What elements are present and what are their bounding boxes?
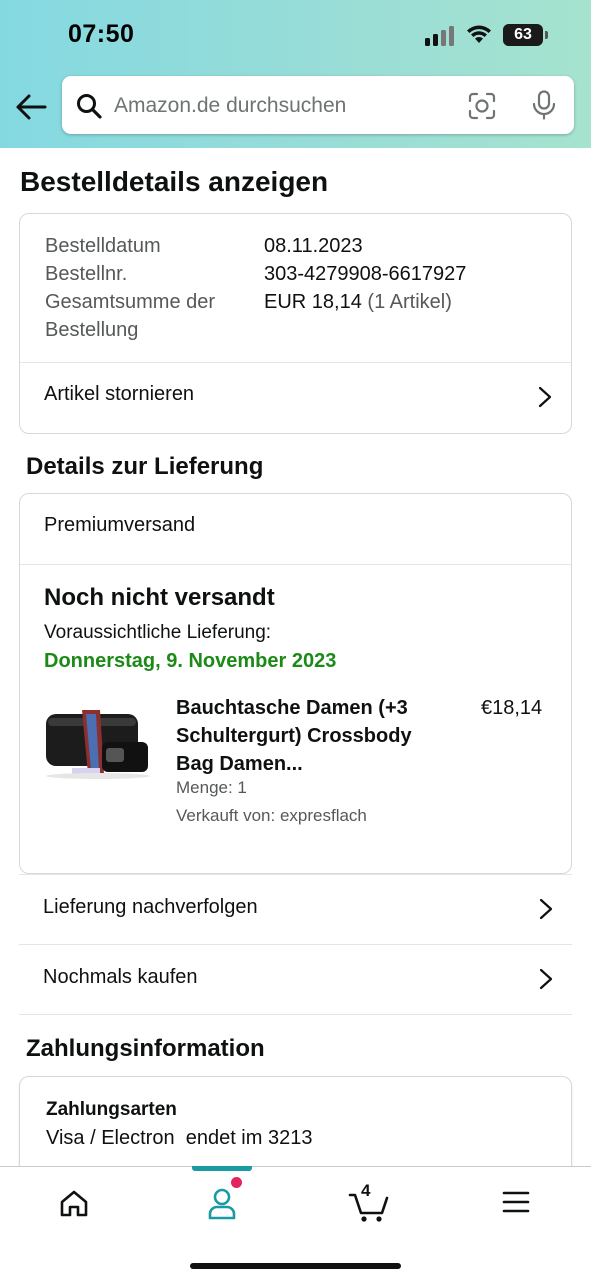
order-summary-card: Bestelldatum 08.11.2023 Bestellnr. 303-4… bbox=[19, 213, 572, 434]
divider bbox=[20, 564, 571, 565]
notification-dot bbox=[231, 1177, 242, 1188]
divider bbox=[19, 1014, 572, 1015]
order-total-amount: EUR 18,14 bbox=[264, 291, 362, 313]
chevron-right-icon bbox=[538, 386, 552, 408]
header: 07:50 63 Amazon.de durchsuchen bbox=[0, 0, 591, 148]
chevron-right-icon bbox=[539, 898, 553, 920]
order-item-count: (1 Artikel) bbox=[367, 291, 452, 313]
shipment-status: Noch nicht versandt bbox=[44, 584, 275, 611]
account-icon[interactable] bbox=[192, 1183, 252, 1223]
active-tab-indicator bbox=[192, 1166, 252, 1171]
chevron-right-icon bbox=[539, 968, 553, 990]
cart-count-badge: 4 bbox=[361, 1181, 371, 1200]
menu-icon[interactable] bbox=[486, 1183, 546, 1223]
microphone-icon[interactable] bbox=[530, 90, 558, 120]
camera-scan-icon[interactable] bbox=[468, 92, 496, 120]
order-number-value: 303-4279908-6617927 bbox=[264, 263, 467, 285]
bottom-nav: 4 bbox=[0, 1166, 591, 1280]
product-quantity: Menge: 1 bbox=[176, 778, 247, 797]
wifi-icon bbox=[467, 25, 491, 43]
cellular-signal-icon bbox=[425, 26, 454, 46]
buy-again-label: Nochmals kaufen bbox=[43, 966, 198, 988]
order-total-value: EUR 18,14 (1 Artikel) bbox=[264, 288, 452, 316]
product-seller: Verkauft von: expresflach bbox=[176, 806, 367, 825]
payment-method-value: Visa / Electron endet im 3213 bbox=[46, 1127, 313, 1149]
back-arrow-icon[interactable] bbox=[14, 90, 48, 124]
order-date-label: Bestelldatum bbox=[45, 235, 161, 257]
product-image[interactable] bbox=[42, 704, 154, 779]
search-input[interactable]: Amazon.de durchsuchen bbox=[62, 76, 574, 134]
order-number-label: Bestellnr. bbox=[45, 263, 128, 285]
buy-again-link[interactable]: Nochmals kaufen bbox=[19, 944, 572, 1014]
payment-section-title: Zahlungsinformation bbox=[26, 1035, 265, 1062]
track-delivery-link[interactable]: Lieferung nachverfolgen bbox=[19, 874, 572, 944]
status-bar: 07:50 63 bbox=[0, 0, 591, 70]
status-time: 07:50 bbox=[68, 20, 135, 48]
cancel-items-label: Artikel stornieren bbox=[44, 383, 195, 405]
delivery-section-title: Details zur Lieferung bbox=[26, 453, 264, 480]
payment-methods-title: Zahlungsarten bbox=[46, 1099, 177, 1120]
home-indicator bbox=[190, 1263, 401, 1269]
order-total-label: Gesamtsumme der bbox=[45, 291, 216, 313]
shipping-method: Premiumversand bbox=[44, 514, 196, 536]
battery-level: 63 bbox=[514, 26, 532, 43]
cancel-items-link[interactable]: Artikel stornieren bbox=[20, 363, 571, 433]
order-date-value: 08.11.2023 bbox=[264, 235, 363, 257]
battery-icon: 63 bbox=[503, 24, 543, 46]
expected-delivery-date: Donnerstag, 9. November 2023 bbox=[44, 650, 337, 672]
product-title-link[interactable]: Bauchtasche Damen (+3 Schultergurt) Cros… bbox=[176, 694, 446, 778]
track-delivery-label: Lieferung nachverfolgen bbox=[43, 896, 258, 918]
expected-delivery-label: Voraussichtliche Lieferung: bbox=[44, 622, 272, 643]
order-total-label-cont: Bestellung bbox=[45, 319, 139, 341]
page-title: Bestelldetails anzeigen bbox=[20, 166, 329, 197]
delivery-card: Premiumversand Noch nicht versandt Vorau… bbox=[19, 493, 572, 874]
search-placeholder: Amazon.de durchsuchen bbox=[114, 94, 347, 117]
product-price: €18,14 bbox=[481, 697, 543, 719]
home-icon[interactable] bbox=[44, 1183, 104, 1223]
search-icon bbox=[77, 94, 102, 119]
